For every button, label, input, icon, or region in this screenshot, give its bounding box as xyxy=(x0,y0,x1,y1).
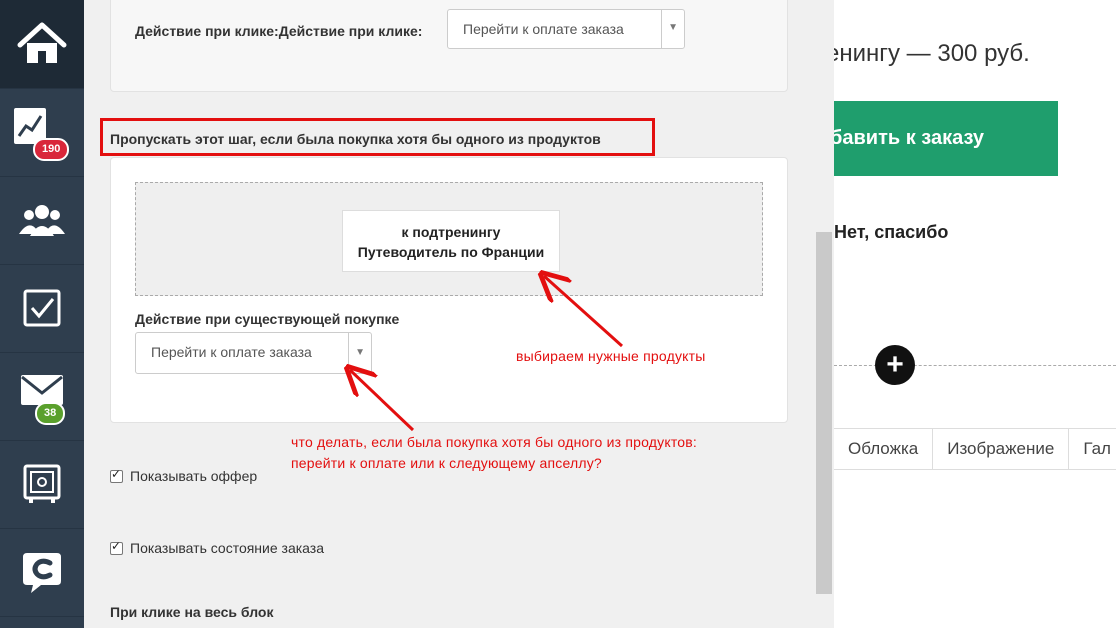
chevron-down-icon: ▼ xyxy=(355,347,365,358)
price-text: енингу — 300 руб. xyxy=(834,40,1030,67)
click-action-card: Действие при клике:Действие при клике: П… xyxy=(110,0,788,92)
home-icon xyxy=(17,22,67,63)
sidebar-item-safe[interactable] xyxy=(0,440,84,529)
tab-gallery[interactable]: Гал xyxy=(1069,429,1116,469)
annotation-choose-products: выбираем нужные продукты xyxy=(516,348,706,364)
tab-cover[interactable]: Обложка xyxy=(834,429,934,469)
page-preview: енингу — 300 руб. бавить к заказу Нет, с… xyxy=(834,0,1116,628)
sidebar-item-stats[interactable]: 190 xyxy=(0,88,84,177)
click-action-value: Перейти к оплате заказа xyxy=(463,21,624,37)
users-icon xyxy=(19,205,65,236)
panel-scrollbar[interactable] xyxy=(816,232,832,594)
click-action-select[interactable]: Перейти к оплате заказа ▼ xyxy=(447,9,685,49)
show-offer-label: Показывать оффер xyxy=(130,468,258,484)
sidebar-item-home[interactable] xyxy=(0,0,84,89)
click-action-label: Действие при клике:Действие при клике: xyxy=(135,23,423,39)
existing-purchase-select[interactable]: Перейти к оплате заказа ▼ xyxy=(135,332,372,374)
show-offer-option[interactable]: Показывать оффер xyxy=(110,467,258,484)
no-thanks-link[interactable]: Нет, спасибо xyxy=(834,222,948,243)
click-whole-block-label: При клике на весь блок xyxy=(110,604,274,620)
show-order-state-checkbox[interactable] xyxy=(110,539,123,555)
existing-purchase-label: Действие при существующей покупке xyxy=(135,311,400,327)
product-item[interactable]: к подтренингу Путеводитель по Франции xyxy=(342,210,560,272)
add-to-order-button[interactable]: бавить к заказу xyxy=(834,101,1058,176)
safe-icon xyxy=(23,464,61,503)
annotation-what-to-do: что делать, если была покупка хотя бы од… xyxy=(291,434,697,471)
skip-step-label: Пропускать этот шаг, если была покупка х… xyxy=(110,131,601,147)
skip-step-card: к подтренингу Путеводитель по Франции Де… xyxy=(110,157,788,423)
settings-panel: Действие при клике:Действие при клике: П… xyxy=(84,0,834,628)
add-block-plus-icon[interactable]: + xyxy=(875,345,915,385)
tab-image[interactable]: Изображение xyxy=(933,429,1070,469)
sidebar-item-tasks[interactable] xyxy=(0,264,84,353)
stats-count-badge: 190 xyxy=(33,138,70,161)
sidebar-item-chat[interactable] xyxy=(0,528,84,617)
chat-icon xyxy=(23,553,61,593)
sidebar-item-mail[interactable]: 38 xyxy=(0,352,84,441)
show-order-state-label: Показывать состояние заказа xyxy=(130,540,325,556)
mail-count-badge: 38 xyxy=(35,402,66,425)
existing-purchase-value: Перейти к оплате заказа xyxy=(151,344,312,360)
sidebar-item-users[interactable] xyxy=(0,176,84,265)
app-sidebar: 190 38 xyxy=(0,0,84,628)
chevron-down-icon: ▼ xyxy=(668,22,678,33)
show-order-state-option[interactable]: Показывать состояние заказа xyxy=(110,539,325,556)
products-dropzone[interactable]: к подтренингу Путеводитель по Франции xyxy=(135,182,763,296)
show-offer-checkbox[interactable] xyxy=(110,467,123,483)
checkbox-icon xyxy=(23,289,61,327)
block-type-tabs: Обложка Изображение Гал xyxy=(834,428,1116,470)
